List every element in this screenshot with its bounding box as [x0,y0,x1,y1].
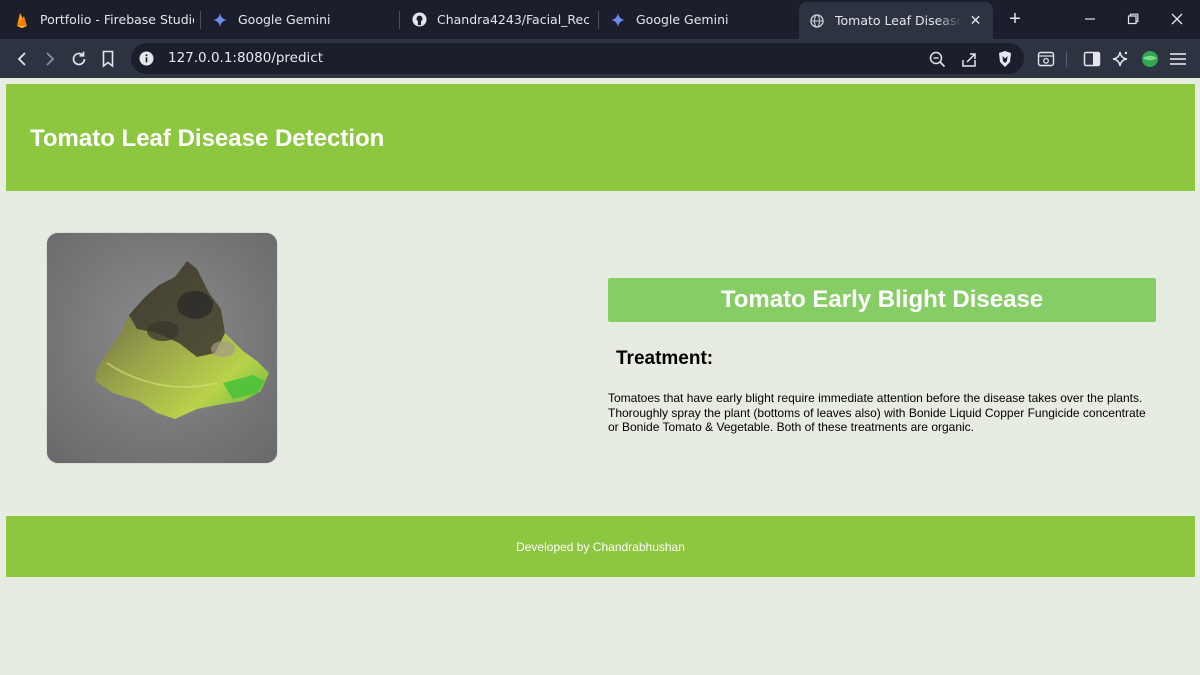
tab-label: Chandra4243/Facial_Recognit [437,12,589,27]
tab-label: Google Gemini [636,12,729,27]
restore-button[interactable] [1118,6,1148,32]
uploaded-leaf-image [46,232,278,464]
window-close-button[interactable] [1162,6,1192,32]
share-icon[interactable] [959,49,979,69]
tab-portfolio[interactable]: Portfolio - Firebase Studio [14,4,194,35]
forward-button[interactable] [38,47,62,71]
sidebar-toggle-icon[interactable] [1081,48,1103,70]
treatment-description: Tomatoes that have early blight require … [608,391,1146,434]
tab-label: Google Gemini [238,12,331,27]
page-footer: Developed by Chandrabhushan [6,516,1195,577]
leo-ai-icon[interactable] [1109,48,1131,70]
zoom-icon[interactable] [927,49,947,69]
github-icon [411,12,427,28]
reader-mode-icon[interactable] [1035,48,1057,70]
toolbar-divider [1066,51,1067,67]
close-icon[interactable]: ✕ [968,13,983,29]
gemini-icon [212,12,228,28]
forward-arrow-icon [46,52,55,66]
tab-gemini-2[interactable]: Google Gemini [610,4,790,35]
tab-tomato-active[interactable]: Tomato Leaf Disease Dete ✕ [799,2,993,39]
leaf-photo [47,233,277,463]
reload-icon [72,51,86,66]
treatment-heading: Treatment: [616,348,714,369]
tab-separator [200,11,201,29]
tab-separator [399,11,400,29]
profile-avatar-icon[interactable] [1139,48,1161,70]
page-title: Tomato Leaf Disease Detection [30,125,385,152]
url-text: 127.0.0.1:8080/predict [168,50,324,66]
minimize-icon [1085,18,1095,20]
back-button[interactable] [10,47,34,71]
reload-button[interactable] [67,47,91,71]
footer-credit: Developed by Chandrabhushan [516,539,685,554]
menu-icon[interactable] [1167,48,1189,70]
back-arrow-icon [17,52,26,66]
brave-shield-icon[interactable] [995,49,1015,69]
prediction-banner: Tomato Early Blight Disease [608,278,1156,322]
bookmark-button[interactable] [96,47,120,71]
web-page: Tomato Leaf Disease Detection Tomato Ear… [0,78,1200,675]
browser-toolbar: 127.0.0.1:8080/predict [0,39,1200,78]
page-header: Tomato Leaf Disease Detection [6,84,1195,191]
new-tab-button[interactable]: + [1005,8,1025,30]
restore-icon [1127,13,1139,25]
close-icon [1171,13,1183,25]
tab-label: Portfolio - Firebase Studio [40,12,194,27]
tab-label: Tomato Leaf Disease Dete [835,13,963,28]
bookmark-icon [102,50,114,68]
tab-github[interactable]: Chandra4243/Facial_Recognit [411,4,589,35]
firebase-icon [14,12,30,28]
site-info-icon[interactable] [139,51,154,66]
minimize-button[interactable] [1075,6,1105,32]
globe-icon [809,13,825,29]
address-bar[interactable]: 127.0.0.1:8080/predict [131,43,1024,74]
browser-tab-bar: Portfolio - Firebase Studio Google Gemin… [0,0,1200,39]
tab-separator [598,11,599,29]
gemini-icon [610,12,626,28]
tab-gemini[interactable]: Google Gemini [212,4,392,35]
